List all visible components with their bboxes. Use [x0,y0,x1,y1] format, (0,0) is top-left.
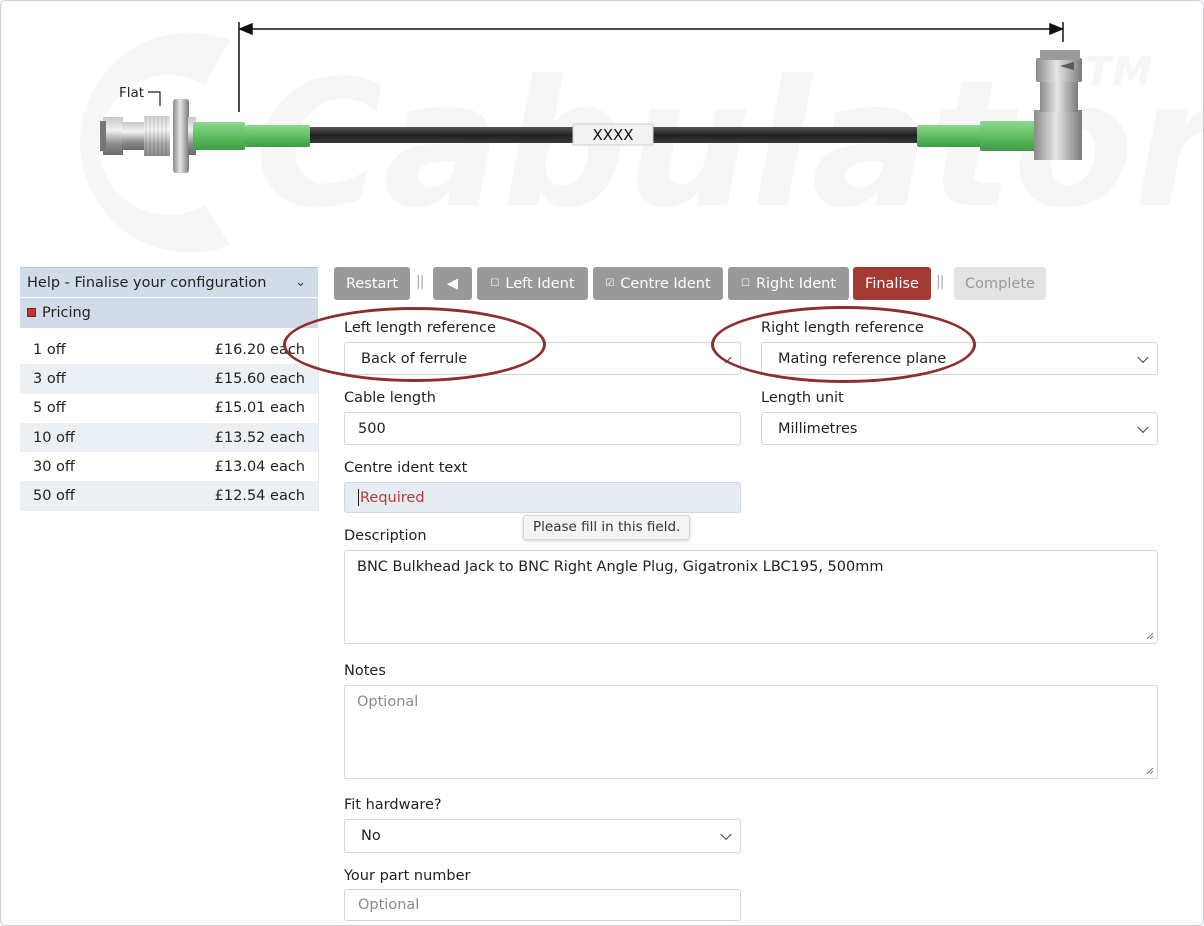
part-number-input[interactable]: Optional [344,889,741,921]
toolbar-separator: || [936,274,945,290]
restart-button[interactable]: Restart [334,267,410,300]
price-qty: 30 off [33,458,75,475]
part-number-label: Your part number [344,868,471,884]
right-ident-label: Right Ident [755,275,837,292]
price-row: 30 off £13.04 each [20,452,318,481]
price-value: £12.54 each [214,488,305,505]
price-row: 50 off £12.54 each [20,481,318,511]
chevron-down-icon[interactable]: ⌄ [295,268,306,298]
toolbar-separator: || [416,274,425,290]
chevron-down-icon [720,828,732,841]
price-value: £13.52 each [214,429,305,446]
pricing-header: Pricing [20,298,318,328]
help-panel-title: Help - Finalise your configuration [27,275,267,291]
notes-label: Notes [344,663,386,679]
resize-grip-icon[interactable] [1146,767,1154,775]
checkbox-unchecked-icon: ☐ [740,278,750,289]
checkbox-checked-icon: ☑ [605,278,615,289]
right-bnc-right-angle-plug [1034,50,1082,160]
left-ident-label: Left Ident [505,275,575,292]
price-value: £15.60 each [214,370,305,387]
price-row: 1 off £16.20 each [20,335,318,364]
pricing-title: Pricing [42,305,91,321]
chevron-down-icon [1137,421,1149,433]
price-qty: 5 off [33,400,66,417]
svg-text:TM: TM [1085,49,1152,95]
price-qty: 50 off [33,488,75,505]
length-unit-label: Length unit [761,390,844,406]
left-reference-highlight-ring [283,307,546,382]
description-textarea[interactable]: BNC Bulkhead Jack to BNC Right Angle Plu… [344,550,1158,644]
cable-length-input[interactable]: 500 [344,412,741,445]
flat-label: Flat [119,85,144,101]
notes-textarea[interactable]: Optional [344,685,1158,779]
cable-diagram: Cabulator TM Flat XXXX [80,22,1204,253]
price-row: 10 off £13.52 each [20,422,318,453]
fit-hardware-value: No [361,828,381,844]
help-panel-header[interactable]: Help - Finalise your configuration ⌄ [20,267,318,297]
price-row: 3 off £15.60 each [20,364,318,394]
price-qty: 3 off [33,370,66,387]
cable-length-value: 500 [358,420,386,437]
centre-ident-label-text: XXXX [592,126,633,144]
notes-placeholder: Optional [357,694,419,710]
length-unit-select[interactable]: Millimetres [761,412,1158,445]
price-qty: 1 off [33,341,66,358]
description-value: BNC Bulkhead Jack to BNC Right Angle Plu… [357,559,884,575]
cable-length-label: Cable length [344,390,436,406]
pricing-square-icon [27,308,36,317]
resize-grip-icon[interactable] [1146,632,1154,640]
price-value: £13.04 each [214,458,305,475]
right-ident-button[interactable]: ☐ Right Ident [728,267,849,300]
part-number-placeholder: Optional [358,897,420,913]
price-row: 5 off £15.01 each [20,394,318,423]
length-unit-value: Millimetres [778,420,858,437]
price-value: £15.01 each [214,400,305,417]
chevron-down-icon [1137,351,1149,363]
left-heatshrink [193,122,245,150]
fit-hardware-select[interactable]: No [344,819,741,853]
price-qty: 10 off [33,429,75,446]
text-cursor [358,489,359,506]
complete-button[interactable]: Complete [954,267,1046,300]
right-heatshrink [917,125,982,147]
left-bnc-bulkhead-jack [100,99,196,173]
centre-ident-text-input[interactable]: Required [344,482,741,513]
finalise-button[interactable]: Finalise [853,267,931,300]
pricing-table: 1 off £16.20 each 3 off £15.60 each 5 of… [20,335,319,511]
centre-ident-button[interactable]: ☑ Centre Ident [593,267,723,300]
description-label: Description [344,528,427,544]
fit-hardware-label: Fit hardware? [344,797,442,813]
centre-ident-placeholder: Required [360,489,425,506]
centre-ident-label: Centre Ident [620,275,711,292]
right-reference-highlight-ring [711,306,976,383]
centre-ident-text-label: Centre ident text [344,460,468,476]
checkbox-unchecked-icon: ☐ [490,278,500,289]
back-button[interactable]: ◀ [433,267,472,300]
left-ident-button[interactable]: ☐ Left Ident [477,267,588,300]
validation-tooltip: Please fill in this field. [523,515,691,540]
